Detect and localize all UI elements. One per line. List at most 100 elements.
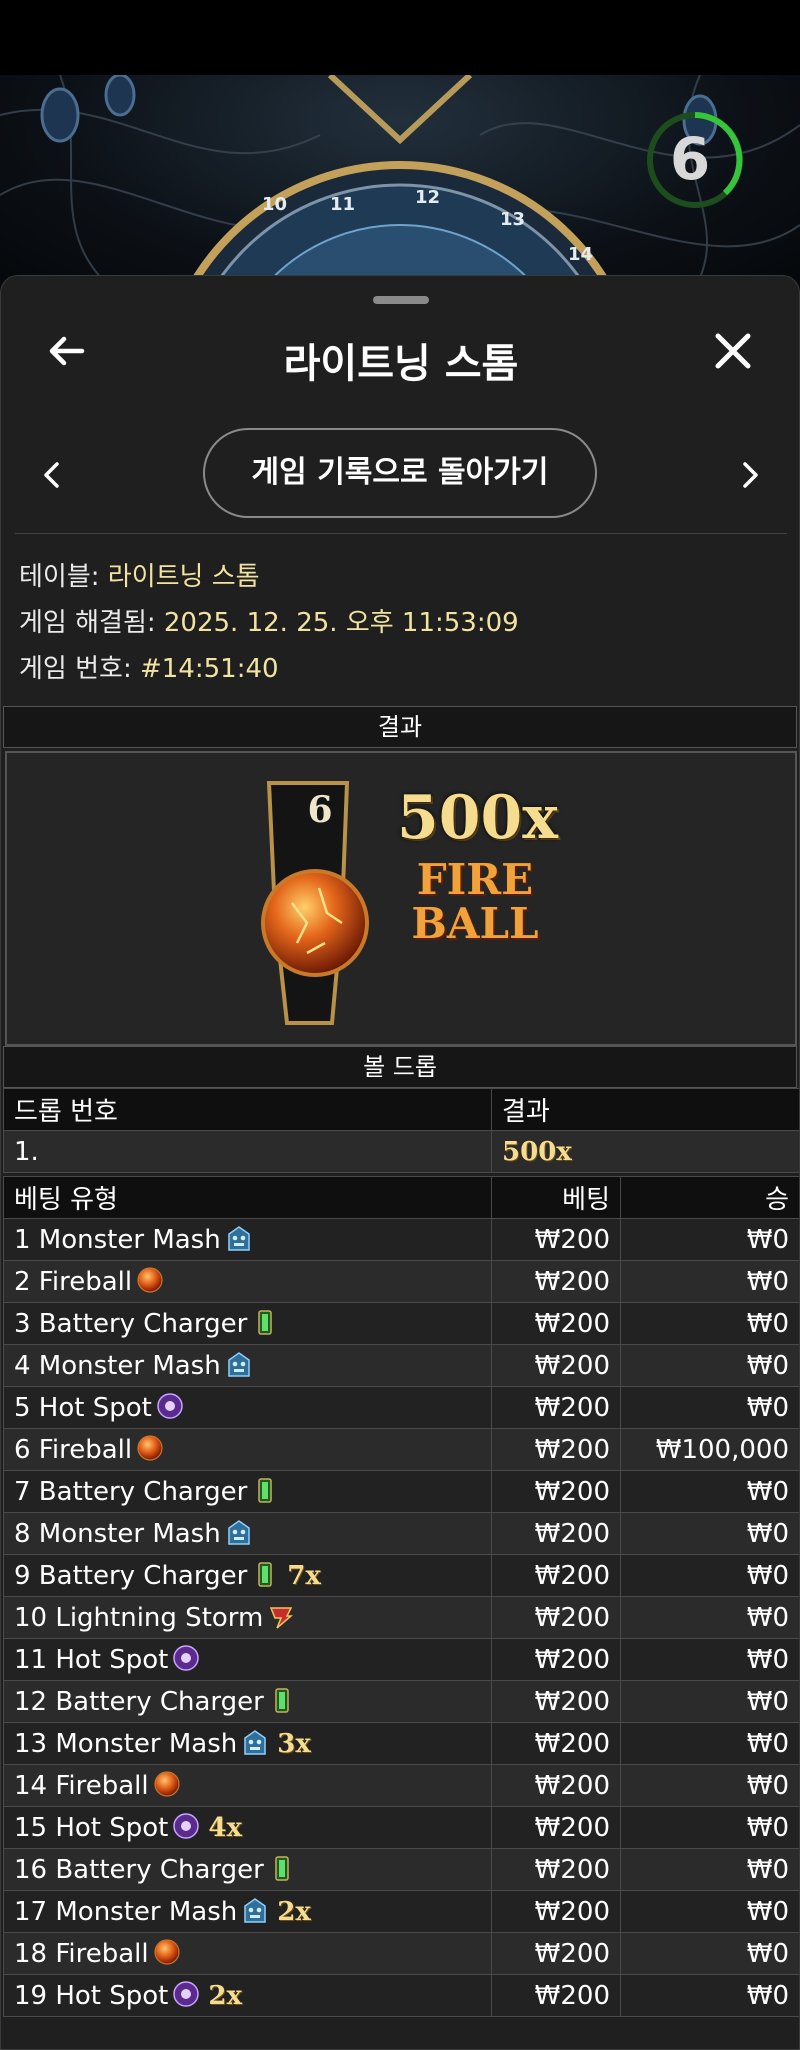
win-amount: ₩100,000 [620,1428,799,1471]
drag-handle[interactable] [373,296,429,304]
page-title: 라이트닝 스톰 [283,341,519,387]
bet-type-label: 2 Fireball [14,1266,133,1297]
battery-icon [251,1560,279,1588]
bet-row: 19 Hot Spot 2x ₩200 ₩0 [3,1974,799,2017]
bet-type-cell: 15 Hot Spot 4x [3,1806,492,1849]
bet-type-cell: 18 Fireball [3,1932,492,1975]
back-to-history-button[interactable]: 게임 기록으로 돌아가기 [203,428,597,518]
bet-multiplier: 2x [208,1980,242,2011]
bet-amount: ₩200 [491,1806,621,1849]
battery-icon [268,1854,296,1882]
bet-amount: ₩200 [491,1890,621,1933]
result-multiplier: 500x [397,783,559,853]
lightning-storm-icon [267,1602,295,1630]
bet-type-label: 1 Monster Mash [14,1224,221,1255]
svg-text:10: 10 [262,194,287,215]
bet-type-label: 18 Fireball [14,1938,149,1969]
bet-type-label: 8 Monster Mash [14,1518,221,1549]
bet-type-label: 5 Hot Spot [14,1392,152,1423]
resolved-value: 2025. 12. 25. 오후 11:53:09 [163,608,519,638]
result-bet-type: FIRE BALL [411,855,539,948]
bet-amount: ₩200 [491,1470,621,1513]
win-amount: ₩0 [620,1470,799,1513]
fireball-icon [153,1938,181,1966]
bet-amount: ₩200 [491,1218,621,1261]
bet-row: 9 Battery Charger 7x ₩200 ₩0 [3,1554,799,1597]
bet-row: 5 Hot Spot ₩200 ₩0 [3,1386,799,1429]
bet-amount: ₩200 [491,1764,621,1807]
monster-mash-icon [225,1350,253,1378]
chevron-right-icon[interactable] [739,461,761,489]
bet-type-cell: 12 Battery Charger [3,1680,492,1723]
bet-multiplier: 2x [277,1896,311,1927]
win-amount: ₩0 [620,1302,799,1345]
bet-type-cell: 16 Battery Charger [3,1848,492,1891]
hot-spot-icon [172,1812,200,1840]
ball-drop-table: 드롭 번호 결과 1. 500x [3,1088,799,1173]
hot-spot-icon [156,1392,184,1420]
bet-amount: ₩200 [491,1260,621,1303]
bet-amount: ₩200 [491,1386,621,1429]
bet-row: 11 Hot Spot ₩200 ₩0 [3,1638,799,1681]
bet-type-label: 3 Battery Charger [14,1308,248,1339]
bet-type-cell: 2 Fireball [3,1260,492,1303]
bet-type-cell: 13 Monster Mash 3x [3,1722,492,1765]
game-history-sheet: 라이트닝 스톰 게임 기록으로 돌아가기 테이블: 라이트닝 스톰 게임 해결됨… [0,275,800,2050]
bet-multiplier: 7x [287,1560,321,1591]
table-value: 라이트닝 스톰 [107,562,260,592]
svg-text:13: 13 [500,209,525,230]
svg-text:12: 12 [415,187,440,208]
bet-type-label: 17 Monster Mash [14,1896,238,1927]
fireball-icon [153,1770,181,1798]
status-bar [0,0,800,75]
game-number-value: #14:51:40 [139,654,279,684]
bet-type-label: 6 Fireball [14,1434,133,1465]
bet-amount: ₩200 [491,1554,621,1597]
bet-type-label: 13 Monster Mash [14,1728,238,1759]
bet-amount: ₩200 [491,1428,621,1471]
win-amount: ₩0 [620,1848,799,1891]
win-amount: ₩0 [620,1806,799,1849]
bet-type-cell: 6 Fireball [3,1428,492,1471]
bet-type-cell: 5 Hot Spot [3,1386,492,1429]
monster-mash-icon [225,1224,253,1252]
bet-type-cell: 10 Lightning Storm [3,1596,492,1639]
game-number-label: 게임 번호: [19,654,132,684]
bets-table: 베팅 유형 베팅 승 1 Monster Mash ₩200 ₩0 2 Firebal… [3,1176,799,2017]
resolved-info: 게임 해결됨: 2025. 12. 25. 오후 11:53:09 [19,602,519,639]
chevron-left-icon[interactable] [41,461,63,489]
bet-amount: ₩200 [491,1512,621,1555]
col-win-header: 승 [620,1176,799,1219]
svg-text:11: 11 [330,194,355,215]
win-amount: ₩0 [620,1512,799,1555]
bet-type-label: 12 Battery Charger [14,1686,264,1717]
win-amount: ₩0 [620,1974,799,2017]
bet-type-cell: 14 Fireball [3,1764,492,1807]
bet-multiplier: 4x [208,1812,242,1843]
ball-number: 6 [307,789,333,831]
bet-amount: ₩200 [491,1344,621,1387]
win-amount: ₩0 [620,1596,799,1639]
bet-type-cell: 4 Monster Mash [3,1344,492,1387]
bet-row: 16 Battery Charger ₩200 ₩0 [3,1848,799,1891]
col-bet-header: 베팅 [491,1176,621,1219]
bet-row: 6 Fireball ₩200 ₩100,000 [3,1428,799,1471]
battery-icon [251,1308,279,1336]
bet-type-label: 14 Fireball [14,1770,149,1801]
bet-row: 3 Battery Charger ₩200 ₩0 [3,1302,799,1345]
win-amount: ₩0 [620,1344,799,1387]
bet-type-label: 16 Battery Charger [14,1854,264,1885]
battery-icon [268,1686,296,1714]
bet-row: 12 Battery Charger ₩200 ₩0 [3,1680,799,1723]
close-icon[interactable] [713,331,753,371]
bet-amount: ₩200 [491,1974,621,2017]
bet-row: 4 Monster Mash ₩200 ₩0 [3,1344,799,1387]
drop-row: 1. 500x [3,1130,799,1173]
result-section-title: 결과 [3,706,797,748]
monster-mash-icon [225,1518,253,1546]
fireball-icon [136,1266,164,1294]
bet-amount: ₩200 [491,1848,621,1891]
drop-result: 500x [502,1136,572,1167]
bet-type-label: 10 Lightning Storm [14,1602,264,1633]
win-amount: ₩0 [620,1554,799,1597]
